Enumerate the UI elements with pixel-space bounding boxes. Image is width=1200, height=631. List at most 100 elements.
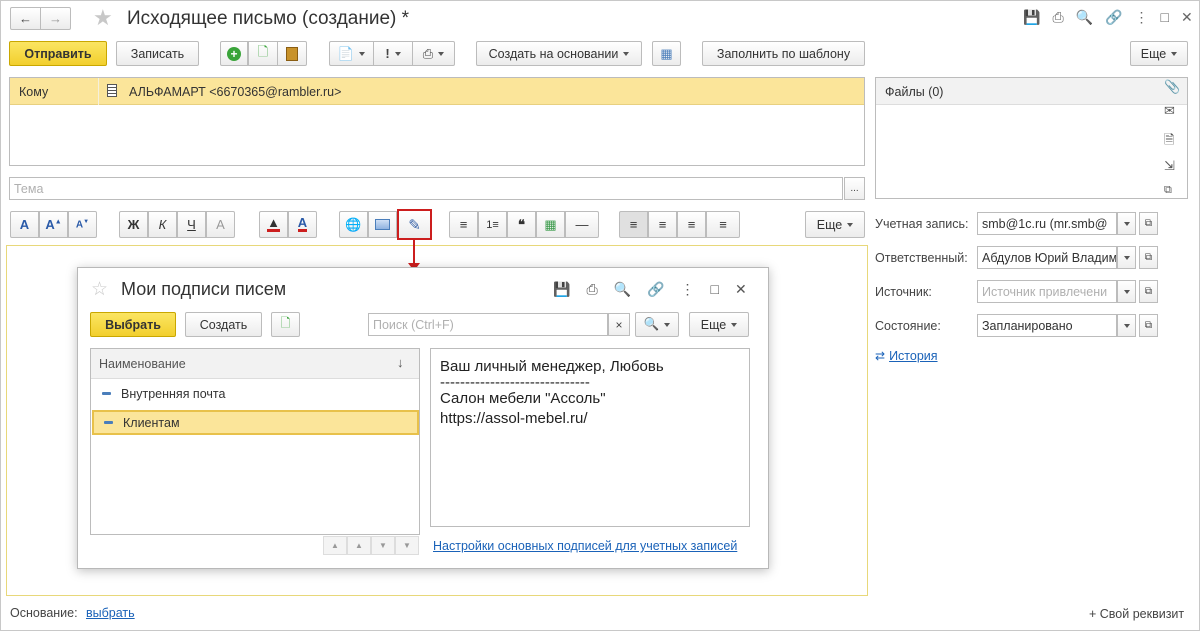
fill-template-button[interactable]: Заполнить по шаблону [702, 41, 865, 66]
paperclip-icon[interactable]: 📎 [1164, 79, 1180, 95]
editor-more-button[interactable]: Еще [805, 211, 865, 238]
scroll-top-button[interactable]: ▲ [323, 536, 347, 555]
insert-link-button[interactable]: 🌐 [339, 211, 368, 238]
signatures-list[interactable]: Наименование ↓ Внутренняя почта Клиентам [90, 348, 420, 535]
dialog-search-button[interactable]: 🔍 [635, 312, 679, 337]
link-icon[interactable]: 🔗 [647, 281, 664, 298]
mail-settings-icon[interactable]: ✉ [1164, 103, 1175, 119]
account-open-button[interactable]: ⧉ [1139, 212, 1158, 235]
italic-button[interactable]: К [148, 211, 177, 238]
maximize-icon[interactable]: □ [1161, 9, 1169, 26]
state-open-button[interactable]: ⧉ [1139, 314, 1158, 337]
numbered-list-button[interactable]: 1≡ [478, 211, 507, 238]
send-button[interactable]: Отправить [9, 41, 107, 66]
history-link-label: История [889, 349, 938, 363]
list-item-label: Клиентам [123, 415, 180, 430]
list-item-selected[interactable]: Клиентам [92, 410, 419, 435]
dialog-search-input[interactable]: Поиск (Ctrl+F) [368, 313, 608, 336]
custom-attribute-link[interactable]: + Свой реквизит [1089, 607, 1184, 621]
print-icon[interactable]: ⎙ [586, 281, 597, 298]
horizontal-rule-button[interactable]: — [565, 211, 599, 238]
to-value[interactable]: АЛЬФАМАРТ <6670365@rambler.ru> [129, 85, 341, 99]
state-input[interactable]: Запланировано [977, 314, 1117, 337]
files-panel[interactable]: Файлы (0) [875, 77, 1188, 199]
save-icon[interactable]: 💾 [1023, 9, 1040, 26]
align-center-button[interactable]: ≡ [648, 211, 677, 238]
responsible-open-button[interactable]: ⧉ [1139, 246, 1158, 269]
insert-signature-button[interactable]: ✎ [397, 209, 432, 240]
more-vert-icon[interactable]: ⋮ [1135, 9, 1149, 26]
save-icon[interactable]: 💾 [553, 281, 570, 298]
import-icon[interactable]: ⇲ [1164, 158, 1175, 174]
text-color-button[interactable]: A [288, 211, 317, 238]
structure-button[interactable]: ▦ [652, 41, 681, 66]
signature-preview[interactable]: Ваш личный менеджер, Любовь ------------… [430, 348, 750, 527]
font-bigger-button[interactable]: A▲ [39, 211, 68, 238]
create-based-button[interactable]: Создать на основании [476, 41, 642, 66]
print-menu-button[interactable]: ⎙ [412, 41, 455, 66]
source-input[interactable]: Источник привлечени [977, 280, 1117, 303]
address-book-button[interactable] [277, 41, 307, 66]
dialog-search-clear-button[interactable]: × [608, 313, 630, 336]
subject-select-button[interactable]: ... [844, 177, 865, 200]
align-right-button[interactable]: ≡ [677, 211, 706, 238]
align-justify-button[interactable]: ≡ [706, 211, 740, 238]
list-item[interactable]: Внутренняя почта [92, 381, 419, 406]
maximize-icon[interactable]: □ [711, 281, 719, 298]
underline-button[interactable]: Ч [177, 211, 206, 238]
source-placeholder: Источник привлечени [982, 285, 1108, 299]
close-icon[interactable]: ✕ [735, 281, 747, 298]
preview-icon[interactable]: 🔍 [1076, 9, 1093, 26]
list-header[interactable]: Наименование ↓ [91, 349, 419, 379]
subject-input[interactable]: Тема [9, 177, 843, 200]
signature-settings-link[interactable]: Настройки основных подписей для учетных … [433, 539, 737, 553]
forward-button[interactable]: → [40, 7, 71, 30]
strikethrough-button[interactable]: A [206, 211, 235, 238]
more-button[interactable]: Еще [1130, 41, 1188, 66]
fill-color-button[interactable]: ▲ [259, 211, 288, 238]
dialog-star-icon[interactable]: ☆ [91, 278, 108, 301]
state-dropdown-button[interactable] [1117, 314, 1136, 337]
save-button[interactable]: Записать [116, 41, 199, 66]
print-icon[interactable]: ⎙ [1052, 9, 1063, 26]
back-button[interactable]: ← [10, 7, 41, 30]
source-dropdown-button[interactable] [1117, 280, 1136, 303]
responsible-dropdown-button[interactable] [1117, 246, 1136, 269]
close-icon[interactable]: ✕ [1181, 9, 1193, 26]
source-open-button[interactable]: ⧉ [1139, 280, 1158, 303]
recipient-row[interactable]: Кому АЛЬФАМАРТ <6670365@rambler.ru> [10, 78, 864, 105]
quote-button[interactable]: ❝ [507, 211, 536, 238]
account-dropdown-button[interactable] [1117, 212, 1136, 235]
attach-menu-button[interactable]: 📄 [329, 41, 374, 66]
favorite-star-icon[interactable]: ★ [93, 5, 113, 31]
dialog-more-button[interactable]: Еще [689, 312, 749, 337]
open-window-icon[interactable]: ⧉ [1164, 184, 1172, 197]
importance-button[interactable]: ! [373, 41, 413, 66]
dialog-select-button[interactable]: Выбрать [90, 312, 176, 337]
bullet-list-button[interactable]: ≡ [449, 211, 478, 238]
sort-arrow-icon[interactable]: ↓ [397, 355, 404, 370]
red-arrow-line [413, 239, 415, 265]
more-vert-icon[interactable]: ⋮ [681, 281, 695, 298]
font-size-button[interactable]: A [10, 211, 39, 238]
account-input[interactable]: smb@1c.ru (mr.smb@ [977, 212, 1117, 235]
basis-select-link[interactable]: выбрать [86, 606, 135, 620]
recipients-table[interactable]: Кому АЛЬФАМАРТ <6670365@rambler.ru> [9, 77, 865, 166]
copy-add-button[interactable]: 🗋 [248, 41, 278, 66]
font-smaller-button[interactable]: A▼ [68, 211, 97, 238]
align-left-button[interactable]: ≡ [619, 211, 648, 238]
bold-button[interactable]: Ж [119, 211, 148, 238]
scroll-up-button[interactable]: ▲ [347, 536, 371, 555]
document-arrow-icon[interactable]: 🗎 [1164, 131, 1174, 153]
dialog-create-button[interactable]: Создать [185, 312, 262, 337]
responsible-input[interactable]: Абдулов Юрий Владим [977, 246, 1117, 269]
insert-table-button[interactable]: ▦ [536, 211, 565, 238]
dialog-copy-button[interactable]: 🗋 [271, 312, 300, 337]
link-icon[interactable]: 🔗 [1105, 9, 1122, 26]
add-button[interactable]: + [220, 41, 248, 66]
preview-icon[interactable]: 🔍 [614, 281, 631, 298]
insert-image-button[interactable] [368, 211, 397, 238]
history-link[interactable]: ⇄ История [875, 349, 938, 363]
scroll-bottom-button[interactable]: ▼ [395, 536, 419, 555]
scroll-down-button[interactable]: ▼ [371, 536, 395, 555]
